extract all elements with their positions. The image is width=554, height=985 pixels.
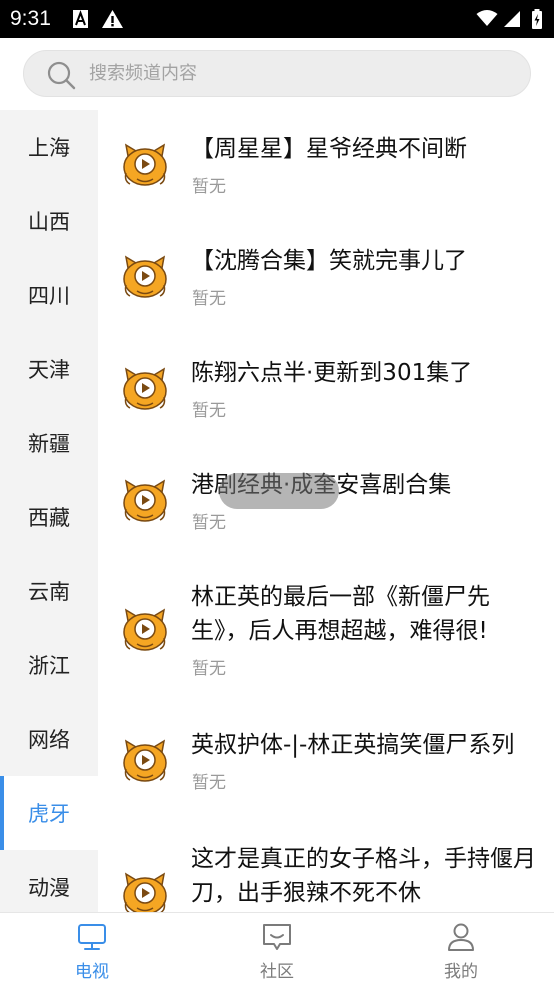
channel-list: 【周星星】星爷经典不间断 暂无 【沈腾合集】笑就完事儿了 暂无 陈翔六点半·更新到301…: [98, 110, 554, 912]
sidebar-item-label: 浙江: [28, 654, 70, 678]
list-item[interactable]: 林正英的最后一部《新僵尸先生》，后人再想超越，难得很! 暂无: [98, 558, 554, 679]
channel-logo-icon: [123, 143, 167, 186]
user-icon: [448, 923, 474, 951]
search-bar: [0, 38, 554, 110]
sidebar-item[interactable]: 四川: [0, 258, 98, 332]
battery-icon: [532, 9, 542, 29]
status-bar: 9:31: [0, 0, 554, 38]
sidebar-item-label: 虎牙: [28, 802, 70, 826]
list-item[interactable]: 英叔护体-|-林正英搞笑僵尸系列暂无: [98, 706, 554, 818]
tab-community-label: 社区: [260, 962, 294, 982]
channel-logo-icon: [123, 872, 167, 912]
sidebar-item[interactable]: 天津: [0, 332, 98, 406]
search-input[interactable]: [89, 51, 509, 96]
tab-mine[interactable]: 我的: [369, 913, 553, 985]
warning-icon: [102, 10, 123, 28]
tab-tv[interactable]: 电视: [0, 913, 184, 985]
status-time: 9:31: [10, 7, 51, 30]
channel-logo-icon: [123, 255, 167, 298]
sidebar-item-label: 四川: [28, 284, 70, 308]
sidebar-item[interactable]: 网络: [0, 702, 98, 776]
list-item[interactable]: 【周星星】星爷经典不间断暂无: [98, 110, 554, 222]
sidebar-item[interactable]: 西藏: [0, 480, 98, 554]
sidebar-item-label: 上海: [28, 136, 70, 160]
list-item[interactable]: 陈翔六点半·更新到301集了暂无: [98, 334, 554, 446]
notification-a-icon: [73, 10, 88, 28]
watermark-overlay: [219, 473, 339, 509]
channel-subtitle: 暂无: [192, 513, 226, 533]
channel-title: 陈翔六点半·更新到301集了: [191, 360, 473, 386]
channel-logo-icon: [123, 608, 167, 651]
channel-title: 林正英的最后一部《新僵尸先生》，后人再想超越，难得很!: [191, 584, 490, 644]
tab-tv-label: 电视: [75, 962, 109, 982]
sidebar-item[interactable]: 山西: [0, 184, 98, 258]
channel-logo-icon: [123, 367, 167, 410]
channel-subtitle: 暂无: [192, 401, 226, 421]
sidebar-item[interactable]: 虎牙: [0, 776, 98, 850]
sidebar-item[interactable]: 浙江: [0, 628, 98, 702]
search-icon: [47, 61, 76, 90]
channel-subtitle: 暂无: [192, 659, 226, 679]
sidebar-item-label: 新疆: [28, 432, 70, 456]
channel-title: 【周星星】星爷经典不间断: [191, 136, 467, 162]
tab-community[interactable]: 社区: [185, 913, 369, 985]
channel-subtitle: 暂无: [192, 177, 226, 197]
sidebar-item-label: 网络: [28, 728, 70, 752]
channel-subtitle: 暂无: [192, 773, 226, 793]
channel-title: 英叔护体-|-林正英搞笑僵尸系列: [191, 732, 515, 758]
chat-icon: [263, 924, 291, 950]
list-item[interactable]: 这才是真正的女子格斗，手持偃月刀，出手狠辣不死不休: [98, 820, 554, 912]
sidebar-item-label: 动漫: [28, 876, 70, 900]
sidebar-item-label: 天津: [28, 358, 70, 382]
tv-icon: [78, 924, 106, 950]
channel-title: 这才是真正的女子格斗，手持偃月刀，出手狠辣不死不休: [191, 846, 536, 906]
sidebar-item-label: 西藏: [28, 506, 70, 530]
signal-icon: [504, 11, 520, 27]
wifi-icon: [476, 10, 498, 26]
tab-mine-label: 我的: [444, 962, 478, 982]
app-screen: 9:31 上海山西四川天: [0, 0, 554, 985]
category-sidebar: 上海山西四川天津新疆西藏云南浙江网络虎牙动漫: [0, 110, 98, 912]
channel-subtitle: 暂无: [192, 289, 226, 309]
channel-logo-icon: [123, 739, 167, 782]
sidebar-item[interactable]: 上海: [0, 110, 98, 184]
sidebar-item[interactable]: 动漫: [0, 850, 98, 912]
sidebar-item[interactable]: 新疆: [0, 406, 98, 480]
sidebar-item[interactable]: 云南: [0, 554, 98, 628]
list-item[interactable]: 【沈腾合集】笑就完事儿了暂无: [98, 222, 554, 334]
sidebar-item-label: 山西: [28, 210, 70, 234]
search-box[interactable]: [23, 50, 531, 97]
channel-title: 【沈腾合集】笑就完事儿了: [191, 248, 467, 274]
bottom-tab-bar: 电视 社区 我的: [0, 912, 554, 985]
channel-logo-icon: [123, 479, 167, 522]
sidebar-item-label: 云南: [28, 580, 70, 604]
